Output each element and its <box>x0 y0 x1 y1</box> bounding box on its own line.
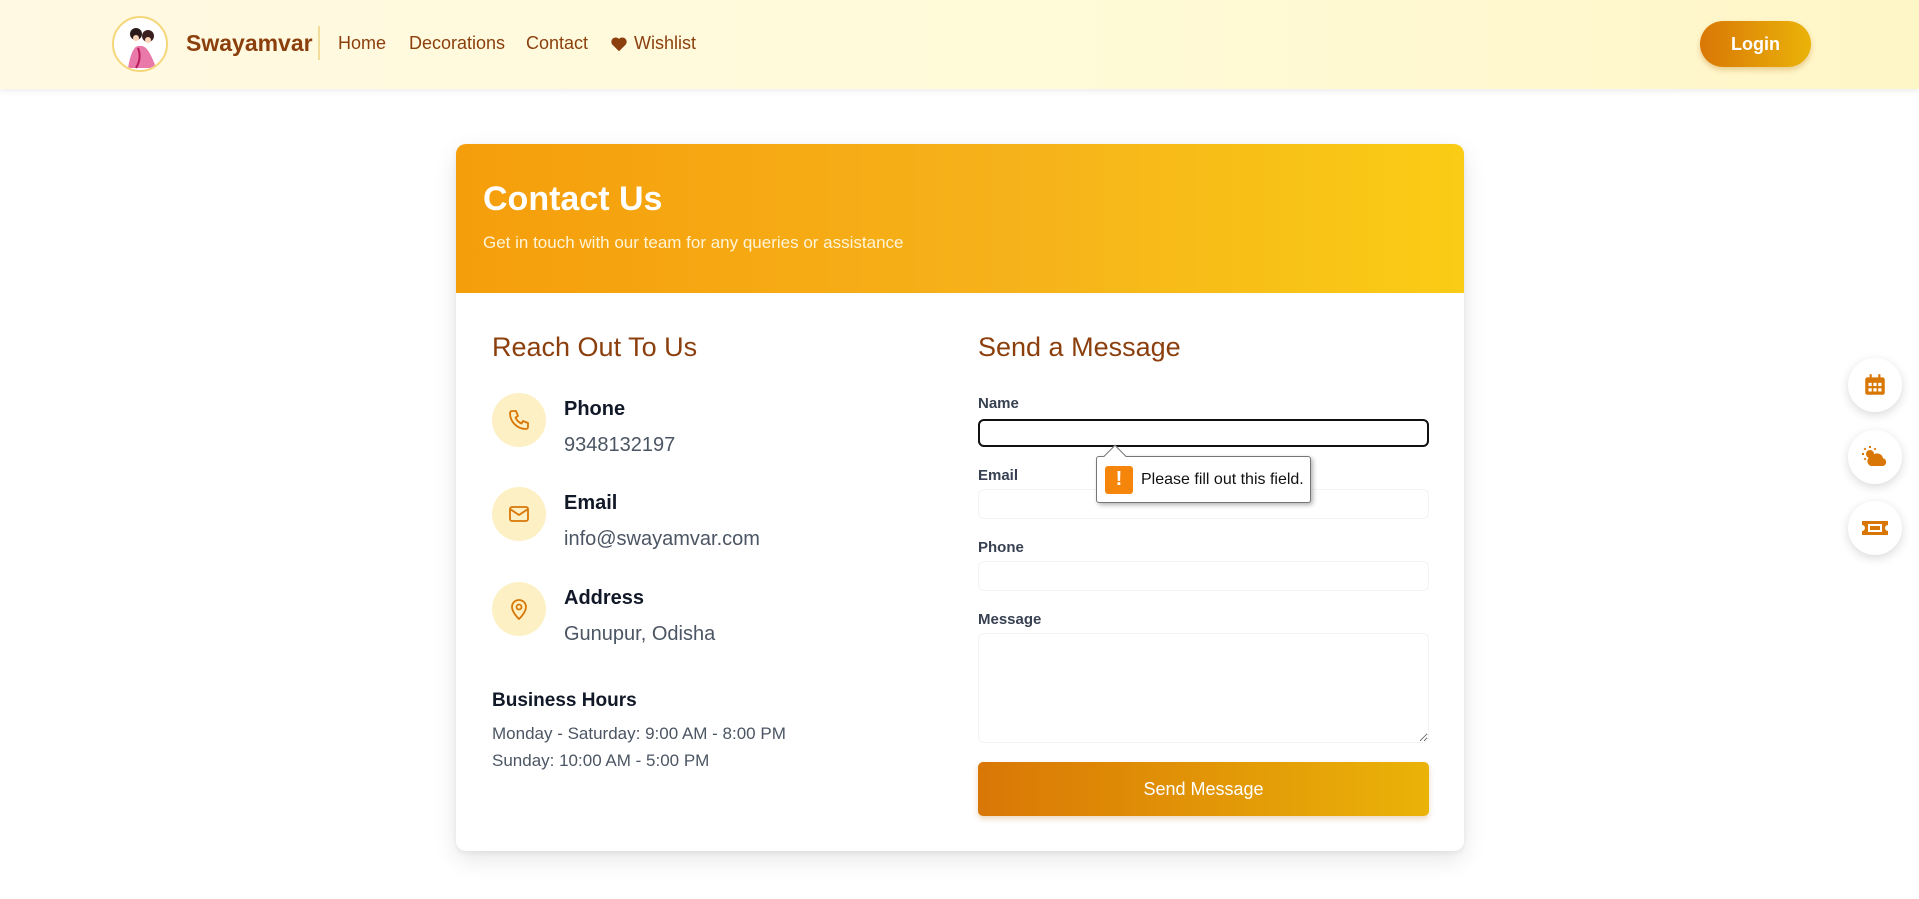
nav-wishlist[interactable]: Wishlist <box>610 33 696 54</box>
send-message-button[interactable]: Send Message <box>978 762 1429 816</box>
hours-weekdays: Monday - Saturday: 9:00 AM - 8:00 PM <box>492 724 786 743</box>
phone-label: Phone <box>564 398 626 420</box>
validation-tooltip: ! Please fill out this field. <box>1096 444 1311 503</box>
phone-icon <box>492 393 546 447</box>
mail-icon <box>492 487 546 541</box>
phone-value: 9348132197 <box>564 434 676 456</box>
message-textarea[interactable] <box>978 633 1429 743</box>
calendar-button[interactable] <box>1848 358 1902 412</box>
email-label: Email <box>564 492 618 514</box>
nav-divider <box>318 26 320 60</box>
map-pin-icon <box>492 582 546 636</box>
top-navbar: Swayamvar Home Decorations Contact Wishl… <box>0 0 1919 89</box>
phone-field-label: Phone <box>978 539 1024 556</box>
phone-input[interactable] <box>978 561 1429 591</box>
nav-home[interactable]: Home <box>338 33 386 54</box>
name-label: Name <box>978 395 1019 412</box>
address-value: Gunupur, Odisha <box>564 623 716 645</box>
calendar-icon <box>1865 374 1885 395</box>
form-title: Send a Message <box>978 332 1181 362</box>
weather-icon <box>1862 446 1887 466</box>
warning-icon: ! <box>1105 465 1133 494</box>
email-value: info@swayamvar.com <box>564 528 760 550</box>
contact-header: Contact Us Get in touch with our team fo… <box>456 144 1464 293</box>
ticket-icon <box>1862 521 1888 535</box>
heart-icon <box>611 36 627 51</box>
business-hours-title: Business Hours <box>492 690 637 711</box>
login-button[interactable]: Login <box>1700 21 1811 67</box>
message-label: Message <box>978 611 1042 628</box>
hours-sunday: Sunday: 10:00 AM - 5:00 PM <box>492 751 710 770</box>
page-title: Contact Us <box>483 180 663 218</box>
address-label: Address <box>564 587 645 609</box>
email-field-label: Email <box>978 467 1019 484</box>
nav-contact[interactable]: Contact <box>526 33 588 54</box>
weather-button[interactable] <box>1848 430 1902 484</box>
page-subtitle: Get in touch with our team for any queri… <box>483 233 904 252</box>
validation-message: Please fill out this field. <box>1141 470 1304 488</box>
brand-name[interactable]: Swayamvar <box>186 30 313 57</box>
contact-card: Contact Us Get in touch with our team fo… <box>456 144 1464 851</box>
name-input[interactable] <box>978 419 1429 447</box>
reach-title: Reach Out To Us <box>492 332 698 362</box>
ticket-button[interactable] <box>1848 501 1902 555</box>
nav-decorations[interactable]: Decorations <box>409 33 505 54</box>
nav-wishlist-label: Wishlist <box>634 33 696 53</box>
brand-logo[interactable] <box>112 16 168 72</box>
